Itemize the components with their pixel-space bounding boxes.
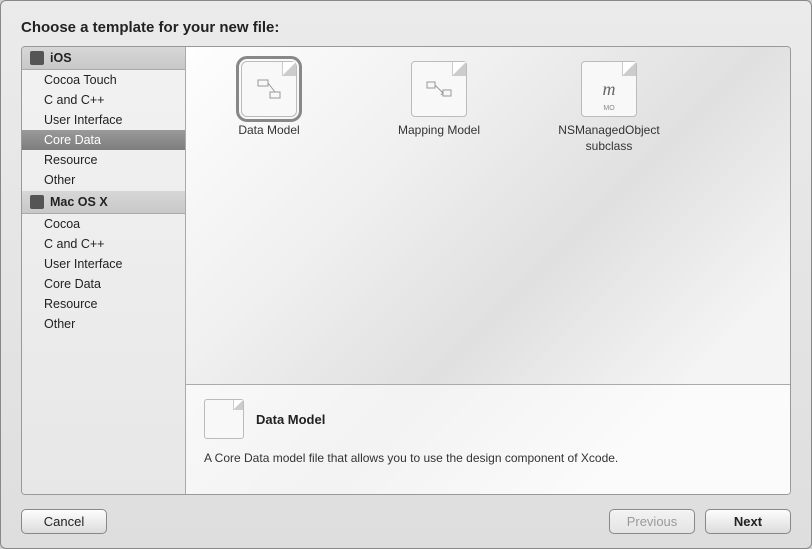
sidebar-item-resource-mac[interactable]: Resource	[22, 294, 185, 314]
sidebar-item-c-and-cpp-mac[interactable]: C and C++	[22, 234, 185, 254]
templates-main: Data Model Mapping Model m MO NSMan	[186, 47, 790, 494]
detail-header: Data Model	[204, 399, 772, 439]
dialog-title: Choose a template for your new file:	[21, 19, 791, 36]
section-header-ios: iOS	[22, 47, 185, 70]
sidebar-item-resource[interactable]: Resource	[22, 150, 185, 170]
section-label: Mac OS X	[50, 195, 108, 209]
mapping-model-icon	[411, 61, 467, 117]
detail-title: Data Model	[256, 412, 325, 427]
sidebar-item-other[interactable]: Other	[22, 170, 185, 190]
detail-icon	[204, 399, 244, 439]
template-data-model[interactable]: Data Model	[204, 61, 334, 139]
macosx-icon	[30, 195, 44, 209]
sidebar-item-core-data[interactable]: Core Data	[22, 130, 185, 150]
sidebar-item-c-and-cpp[interactable]: C and C++	[22, 90, 185, 110]
template-label: Data Model	[204, 123, 334, 139]
section-label: iOS	[50, 51, 72, 65]
nsmanagedobject-icon: m MO	[581, 61, 637, 117]
ios-icon	[30, 51, 44, 65]
dialog-button-bar: Cancel Previous Next	[21, 495, 791, 534]
section-header-macosx: Mac OS X	[22, 190, 185, 214]
template-mapping-model[interactable]: Mapping Model	[374, 61, 504, 139]
sidebar-item-other-mac[interactable]: Other	[22, 314, 185, 334]
template-label: NSManagedObject subclass	[544, 123, 674, 154]
template-label: Mapping Model	[374, 123, 504, 139]
category-sidebar: iOS Cocoa Touch C and C++ User Interface…	[22, 47, 186, 494]
sidebar-item-user-interface-mac[interactable]: User Interface	[22, 254, 185, 274]
detail-description: A Core Data model file that allows you t…	[204, 451, 772, 465]
dialog-content: iOS Cocoa Touch C and C++ User Interface…	[21, 46, 791, 495]
sidebar-item-cocoa[interactable]: Cocoa	[22, 214, 185, 234]
template-detail-panel: Data Model A Core Data model file that a…	[186, 384, 790, 494]
sidebar-item-cocoa-touch[interactable]: Cocoa Touch	[22, 70, 185, 90]
sidebar-item-user-interface[interactable]: User Interface	[22, 110, 185, 130]
template-nsmanagedobject-subclass[interactable]: m MO NSManagedObject subclass	[544, 61, 674, 154]
sidebar-item-core-data-mac[interactable]: Core Data	[22, 274, 185, 294]
templates-grid: Data Model Mapping Model m MO NSMan	[186, 47, 790, 384]
new-file-template-dialog: Choose a template for your new file: iOS…	[0, 0, 812, 549]
next-button[interactable]: Next	[705, 509, 791, 534]
data-model-icon	[241, 61, 297, 117]
cancel-button[interactable]: Cancel	[21, 509, 107, 534]
previous-button[interactable]: Previous	[609, 509, 695, 534]
